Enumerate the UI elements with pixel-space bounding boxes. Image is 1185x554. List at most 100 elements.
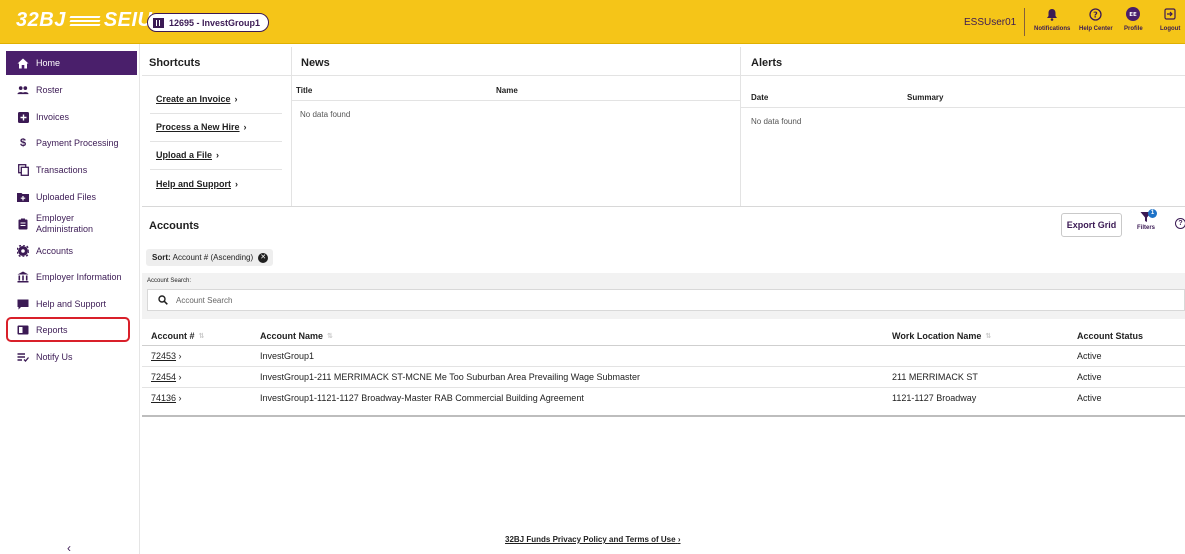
invoice-plus-icon xyxy=(17,111,29,123)
sidebar-collapse-icon[interactable]: ‹ xyxy=(67,541,71,554)
alerts-empty-text: No data found xyxy=(751,117,802,126)
privacy-terms-link[interactable]: 32BJ Funds Privacy Policy and Terms of U… xyxy=(505,535,681,544)
folder-plus-icon xyxy=(17,191,29,203)
shortcut-divider xyxy=(150,169,282,170)
account-status: Active xyxy=(1077,393,1102,403)
table-header-divider xyxy=(142,345,1185,346)
news-empty-text: No data found xyxy=(300,110,351,119)
sort-icon: ⇅ xyxy=(327,332,333,340)
sort-icon: ⇅ xyxy=(985,332,992,340)
notifications-label: Notifications xyxy=(1034,26,1071,32)
profile-label: Profile xyxy=(1124,26,1143,32)
shortcut-divider xyxy=(150,141,282,142)
shortcuts-title: Shortcuts xyxy=(149,57,201,69)
bank-icon xyxy=(17,271,29,283)
news-col-name: Name xyxy=(496,86,518,95)
chevron-right-icon: › xyxy=(216,150,220,160)
work-location: 1121-1127 Broadway xyxy=(892,393,977,403)
logout-label: Logout xyxy=(1160,26,1181,32)
people-icon xyxy=(17,84,29,96)
help-center-button[interactable]: ? Help Center xyxy=(1079,7,1113,32)
shortcut-process-new-hire[interactable]: Process a New Hire › xyxy=(156,122,247,132)
news-title: News xyxy=(301,57,330,69)
alerts-col-summary: Summary xyxy=(907,93,944,102)
help-center-label: Help Center xyxy=(1079,26,1113,32)
employer-group-label: 12695 - InvestGroup1 xyxy=(169,17,261,28)
accounts-help-icon[interactable]: ? xyxy=(1175,218,1185,229)
sidebar-item-uploaded-files[interactable]: Uploaded Files xyxy=(6,185,137,209)
sidebar-item-help-and-support[interactable]: Help and Support xyxy=(6,292,137,316)
sidebar-item-notify-us[interactable]: Notify Us xyxy=(6,345,137,369)
profile-button[interactable]: EE Profile xyxy=(1124,7,1143,32)
account-search-input[interactable] xyxy=(176,295,576,305)
col-account-number[interactable]: Account # ⇅ xyxy=(151,331,204,341)
alerts-title: Alerts xyxy=(751,57,783,69)
sidebar-item-home[interactable]: Home xyxy=(6,51,137,75)
notify-icon xyxy=(17,351,29,363)
chevron-right-icon: › xyxy=(235,179,238,189)
sidebar-item-employer-administration[interactable]: Employer Administration xyxy=(6,212,137,236)
clear-sort-icon[interactable]: ✕ xyxy=(258,252,269,263)
alerts-header-divider xyxy=(741,107,1185,108)
col-work-location[interactable]: Work Location Name ⇅ xyxy=(892,331,991,341)
sidebar-item-accounts[interactable]: Accounts xyxy=(6,239,137,263)
gear-badge-icon xyxy=(17,245,29,257)
work-location: 211 MERRIMACK ST xyxy=(892,372,978,382)
news-header-divider xyxy=(292,100,740,101)
chevron-right-icon: › xyxy=(178,393,182,403)
logo-text-left: 32BJ xyxy=(16,9,66,31)
filters-label: Filters xyxy=(1136,225,1155,231)
chevron-right-icon: › xyxy=(178,351,182,361)
sidebar: Home Roster Invoices $ Payment Processin… xyxy=(0,44,140,554)
news-col-title: Title xyxy=(296,86,313,95)
sidebar-item-roster[interactable]: Roster xyxy=(6,78,137,102)
sidebar-item-employer-information[interactable]: Employer Information xyxy=(6,265,137,289)
account-name: InvestGroup1-211 MERRIMACK ST-MCNE Me To… xyxy=(260,372,640,382)
account-search-box[interactable] xyxy=(147,289,1185,311)
svg-text:?: ? xyxy=(1094,10,1099,19)
account-name: InvestGroup1-1121-1127 Broadway-Master R… xyxy=(260,393,584,403)
shortcut-create-invoice[interactable]: Create an Invoice › xyxy=(156,94,238,104)
row-divider xyxy=(142,387,1185,388)
sidebar-item-payment-processing[interactable]: $ Payment Processing xyxy=(6,131,137,155)
employer-group-selector[interactable]: 12695 - InvestGroup1 xyxy=(147,13,270,32)
col-account-name[interactable]: Account Name ⇅ xyxy=(260,331,333,341)
profile-avatar-icon: EE xyxy=(1126,7,1141,21)
chevron-right-icon: › xyxy=(178,372,182,382)
panel-header-divider xyxy=(142,75,1185,76)
shortcut-divider xyxy=(150,113,282,114)
copy-icon xyxy=(17,164,29,176)
chat-icon xyxy=(17,298,29,310)
account-number-link[interactable]: 72453 › xyxy=(151,351,182,361)
sort-chip-label: Sort: xyxy=(152,253,171,262)
sidebar-item-transactions[interactable]: Transactions xyxy=(6,158,137,182)
account-name: InvestGroup1 xyxy=(260,351,315,361)
shortcut-help-and-support[interactable]: Help and Support › xyxy=(156,179,238,189)
brand-logo[interactable]: 32BJ SEIU xyxy=(16,9,153,32)
table-bottom-border xyxy=(142,415,1185,417)
chevron-right-icon: › xyxy=(677,535,681,544)
logo-stripes xyxy=(69,15,101,27)
user-name: ESSUser01 xyxy=(964,17,1017,28)
logout-button[interactable]: Logout xyxy=(1160,7,1180,32)
help-circle-icon: ? xyxy=(1089,7,1103,21)
home-icon xyxy=(17,57,29,69)
col-account-status[interactable]: Account Status xyxy=(1077,331,1143,341)
sort-chip: Sort: Account # (Ascending) ✕ xyxy=(146,249,274,266)
notifications-button[interactable]: Notifications xyxy=(1034,7,1070,32)
account-status: Active xyxy=(1077,351,1102,361)
sidebar-item-invoices[interactable]: Invoices xyxy=(6,105,137,129)
search-icon xyxy=(158,295,168,305)
top-bar: 32BJ SEIU 12695 - InvestGroup1 ESSUser01… xyxy=(0,0,1185,44)
row-divider xyxy=(142,366,1185,367)
filters-button[interactable]: 1 Filters xyxy=(1136,209,1157,231)
chevron-right-icon: › xyxy=(234,94,238,104)
account-number-link[interactable]: 74136 › xyxy=(151,393,182,403)
svg-text:EE: EE xyxy=(1130,12,1138,18)
shortcut-upload-file[interactable]: Upload a File › xyxy=(156,150,219,160)
section-divider xyxy=(142,206,1185,207)
account-number-link[interactable]: 72454 › xyxy=(151,372,182,382)
news-alerts-divider xyxy=(740,47,741,207)
reports-highlight-outline xyxy=(6,317,130,342)
export-grid-button[interactable]: Export Grid xyxy=(1061,213,1122,237)
